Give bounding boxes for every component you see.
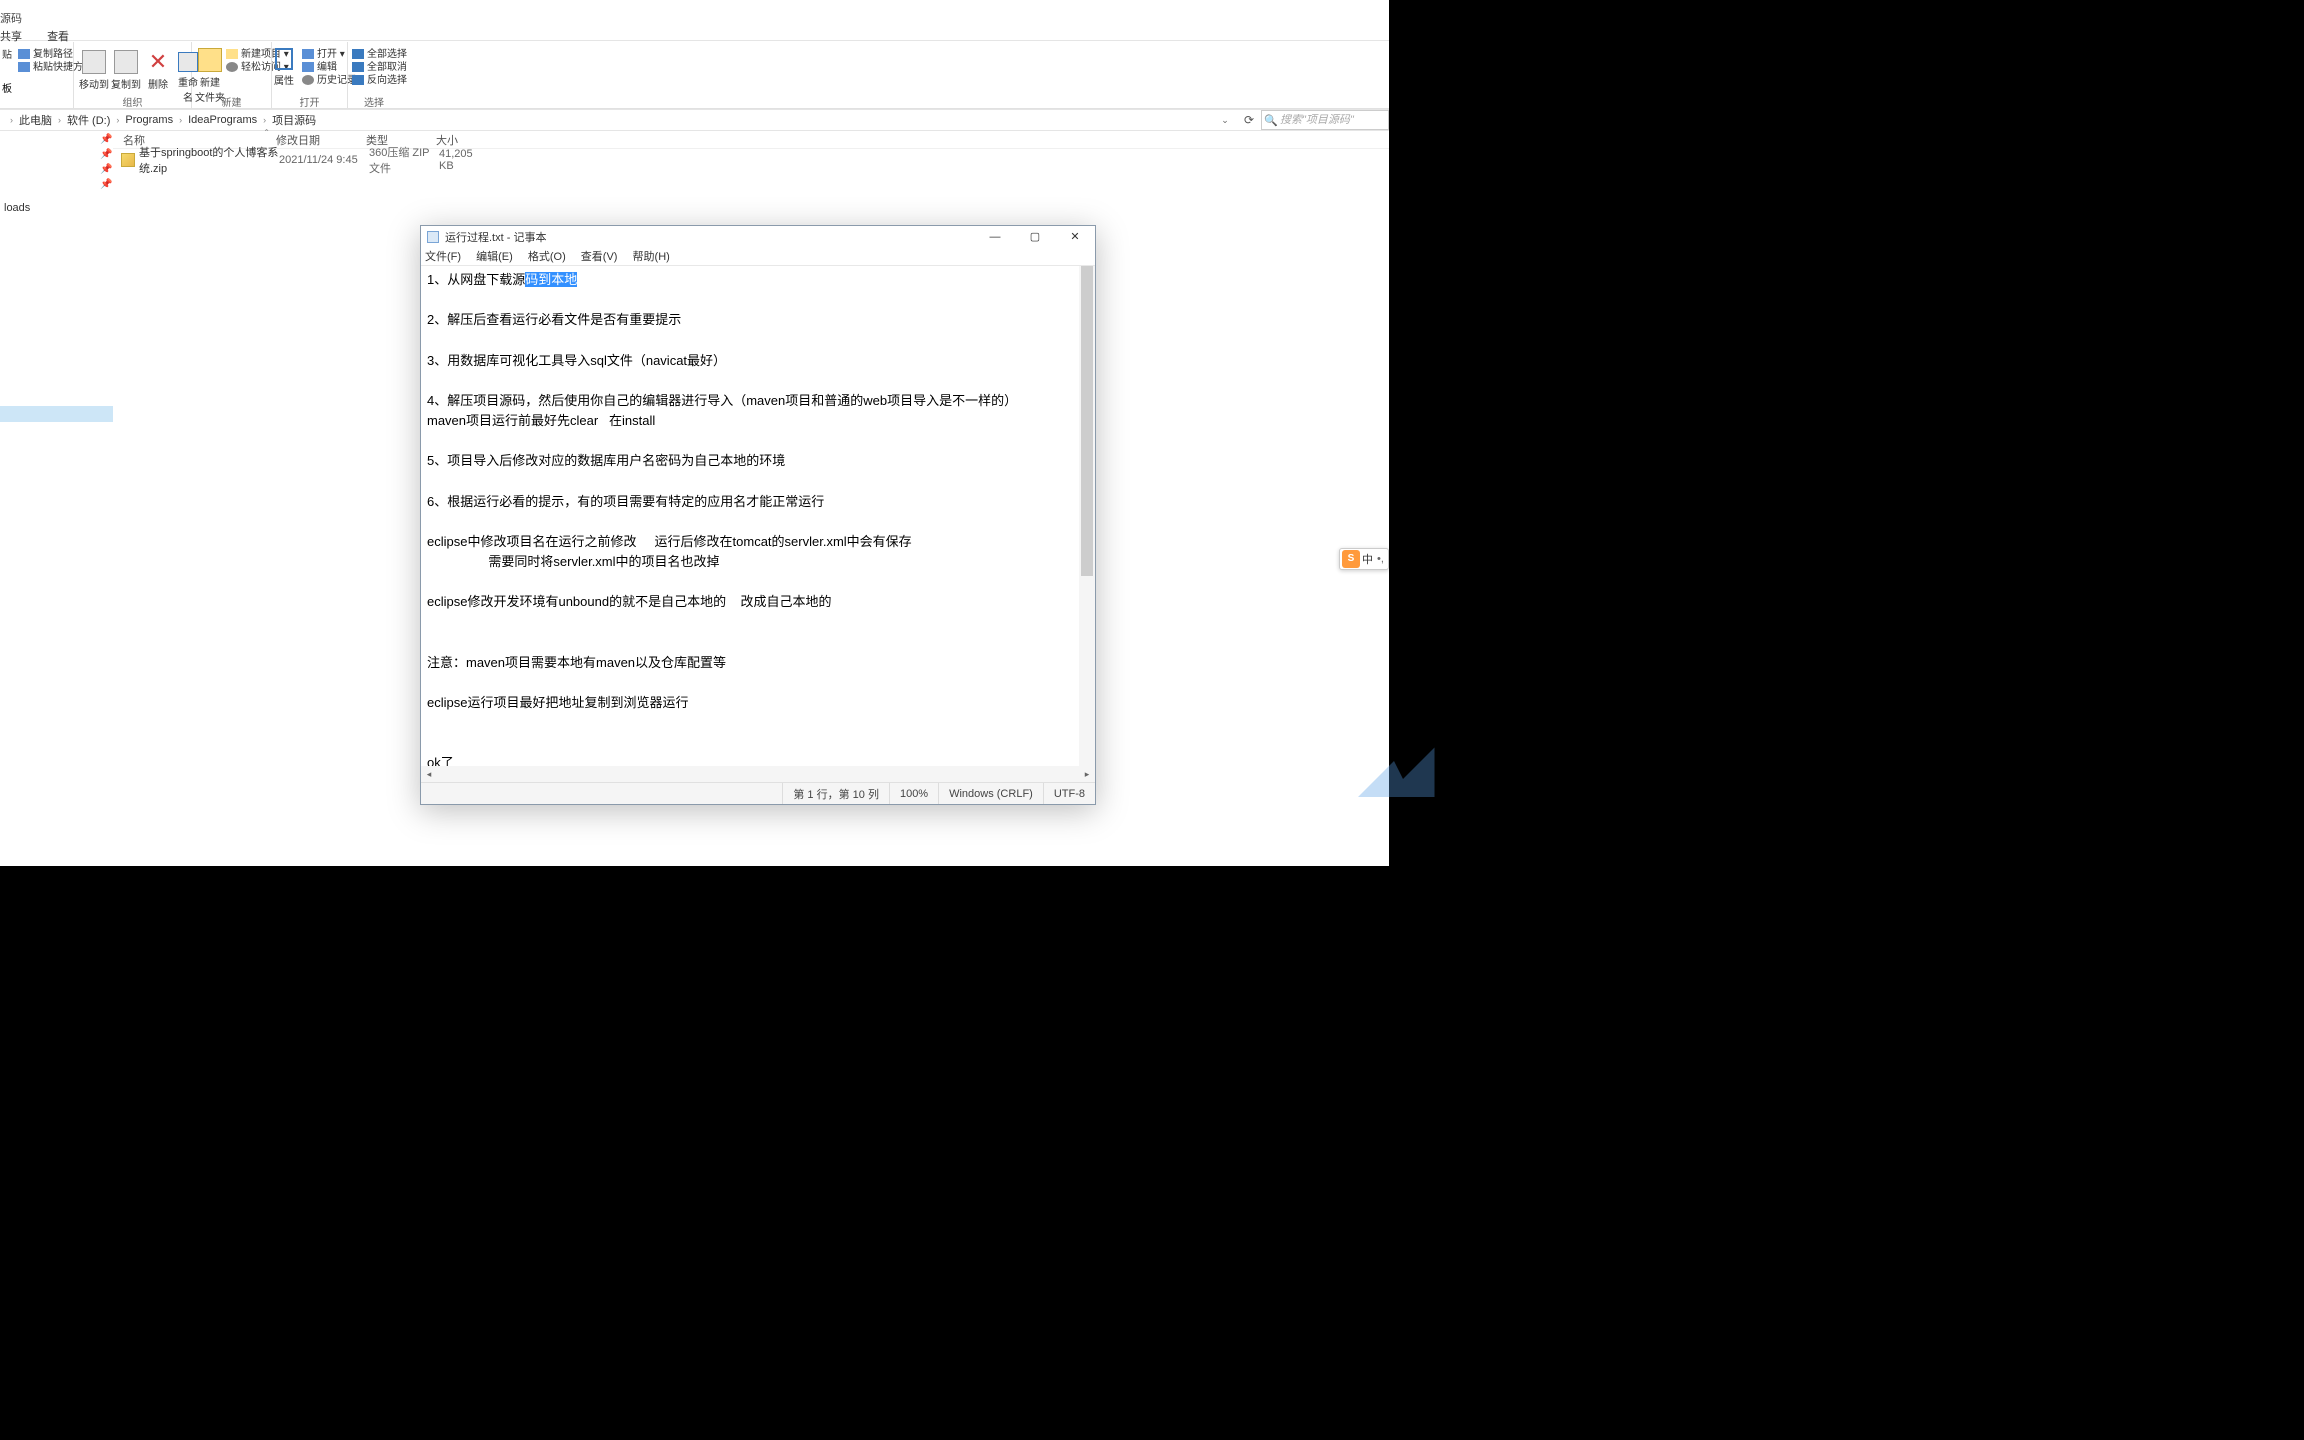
ribbon-tabs: 共享 查看 bbox=[0, 28, 1389, 41]
search-box[interactable]: 🔍 bbox=[1261, 110, 1389, 130]
window-title-fragment: 源码 bbox=[0, 10, 1389, 26]
file-type: 360压缩 ZIP 文件 bbox=[369, 144, 439, 176]
selected-text: 码到本地 bbox=[525, 272, 577, 287]
column-headers[interactable]: 名称⌃ 修改日期 类型 大小 bbox=[113, 131, 1389, 149]
chevron-right-icon: › bbox=[263, 115, 266, 125]
chevron-right-icon: › bbox=[58, 115, 61, 125]
ime-toolbar[interactable]: S 中 •, bbox=[1339, 548, 1389, 570]
notepad-icon bbox=[427, 231, 439, 243]
breadcrumb-dropdown[interactable]: ⌄ bbox=[1213, 110, 1237, 130]
nav-downloads[interactable]: loads bbox=[0, 200, 113, 216]
invert-selection[interactable]: 反向选择 bbox=[352, 74, 407, 87]
group-new: 新建 bbox=[192, 94, 271, 109]
chevron-right-icon: › bbox=[179, 115, 182, 125]
breadcrumb-seg-2[interactable]: Programs bbox=[125, 114, 173, 126]
ime-lang[interactable]: 中 bbox=[1362, 551, 1373, 567]
search-icon: 🔍 bbox=[1262, 114, 1280, 127]
scrollbar-horizontal[interactable]: ◂ ▸ bbox=[421, 766, 1095, 782]
col-date[interactable]: 修改日期 bbox=[276, 132, 366, 148]
menu-help[interactable]: 帮助(H) bbox=[633, 251, 670, 263]
notepad-statusbar: 第 1 行，第 10 列 100% Windows (CRLF) UTF-8 bbox=[421, 782, 1095, 804]
sort-asc-icon: ⌃ bbox=[263, 128, 270, 137]
file-size: 41,205 KB bbox=[439, 148, 489, 172]
status-eol: Windows (CRLF) bbox=[938, 783, 1043, 804]
minimize-button[interactable]: — bbox=[975, 226, 1015, 248]
chevron-right-icon: › bbox=[116, 115, 119, 125]
explorer-window: 源码 共享 查看 贴 复制路径 粘贴快捷方式 板 剪贴板 移动到 复制到 ✕删除… bbox=[0, 0, 1389, 866]
notepad-menu: 文件(F) 编辑(E) 格式(O) 查看(V) 帮助(H) bbox=[421, 248, 1095, 266]
notepad-window: 运行过程.txt - 记事本 — ▢ ✕ 文件(F) 编辑(E) 格式(O) 查… bbox=[420, 225, 1096, 805]
pin-icon[interactable]: 📌 bbox=[100, 149, 112, 161]
file-date: 2021/11/24 9:45 bbox=[279, 154, 369, 166]
nav-selected[interactable] bbox=[0, 406, 113, 422]
notepad-text-area[interactable]: 1、从网盘下载源码到本地 2、解压后查看运行必看文件是否有重要提示 3、用数据库… bbox=[421, 266, 1095, 766]
ribbon: 贴 复制路径 粘贴快捷方式 板 剪贴板 移动到 复制到 ✕删除 重命名 组织 新… bbox=[0, 42, 1389, 109]
ime-badge-icon: S bbox=[1342, 550, 1360, 568]
select-all[interactable]: 全部选择 bbox=[352, 48, 407, 61]
menu-view[interactable]: 查看(V) bbox=[581, 251, 618, 263]
breadcrumb-seg-0[interactable]: 此电脑 bbox=[19, 112, 52, 128]
status-encoding: UTF-8 bbox=[1043, 783, 1095, 804]
pin-icon[interactable]: 📌 bbox=[100, 164, 112, 176]
paste-fragment: 贴 bbox=[2, 46, 12, 61]
pin-icon[interactable]: 📌 bbox=[100, 179, 112, 191]
file-row[interactable]: 基于springboot的个人博客系统.zip 2021/11/24 9:45 … bbox=[113, 151, 1389, 169]
ime-punct[interactable]: •, bbox=[1377, 553, 1384, 565]
scroll-right-icon[interactable]: ▸ bbox=[1079, 766, 1095, 782]
menu-format[interactable]: 格式(O) bbox=[528, 251, 566, 263]
refresh-icon[interactable]: ⟳ bbox=[1239, 110, 1259, 130]
col-size[interactable]: 大小 bbox=[436, 132, 486, 148]
status-zoom: 100% bbox=[889, 783, 938, 804]
chevron-right-icon: › bbox=[10, 115, 13, 125]
address-bar: › 此电脑 › 软件 (D:) › Programs › IdeaProgram… bbox=[0, 109, 1389, 131]
close-button[interactable]: ✕ bbox=[1055, 226, 1095, 248]
select-none[interactable]: 全部取消 bbox=[352, 61, 407, 74]
status-position: 第 1 行，第 10 列 bbox=[782, 783, 889, 804]
breadcrumb-seg-3[interactable]: IdeaPrograms bbox=[188, 114, 257, 126]
maximize-button[interactable]: ▢ bbox=[1015, 226, 1055, 248]
breadcrumb-seg-4[interactable]: 项目源码 bbox=[272, 112, 316, 128]
notepad-titlebar[interactable]: 运行过程.txt - 记事本 — ▢ ✕ bbox=[421, 226, 1095, 248]
nav-tree: 📌 📌 📌 📌 loads bbox=[0, 131, 113, 866]
notepad-title: 运行过程.txt - 记事本 bbox=[445, 229, 546, 245]
menu-file[interactable]: 文件(F) bbox=[425, 251, 461, 263]
file-name: 基于springboot的个人博客系统.zip bbox=[139, 144, 279, 176]
scroll-left-icon[interactable]: ◂ bbox=[421, 766, 437, 782]
group-open: 打开 bbox=[272, 94, 347, 109]
watermark-icon bbox=[1349, 716, 1439, 806]
group-organize: 组织 bbox=[74, 94, 191, 109]
scrollbar-vertical[interactable] bbox=[1079, 266, 1095, 782]
pin-icon[interactable]: 📌 bbox=[100, 134, 112, 146]
breadcrumb[interactable]: › 此电脑 › 软件 (D:) › Programs › IdeaProgram… bbox=[0, 112, 1389, 128]
breadcrumb-seg-1[interactable]: 软件 (D:) bbox=[67, 112, 110, 128]
properties[interactable]: 属性 bbox=[274, 46, 294, 87]
group-select: 选择 bbox=[348, 94, 400, 109]
zip-icon bbox=[121, 153, 135, 167]
menu-edit[interactable]: 编辑(E) bbox=[476, 251, 513, 263]
search-input[interactable] bbox=[1280, 114, 1384, 126]
